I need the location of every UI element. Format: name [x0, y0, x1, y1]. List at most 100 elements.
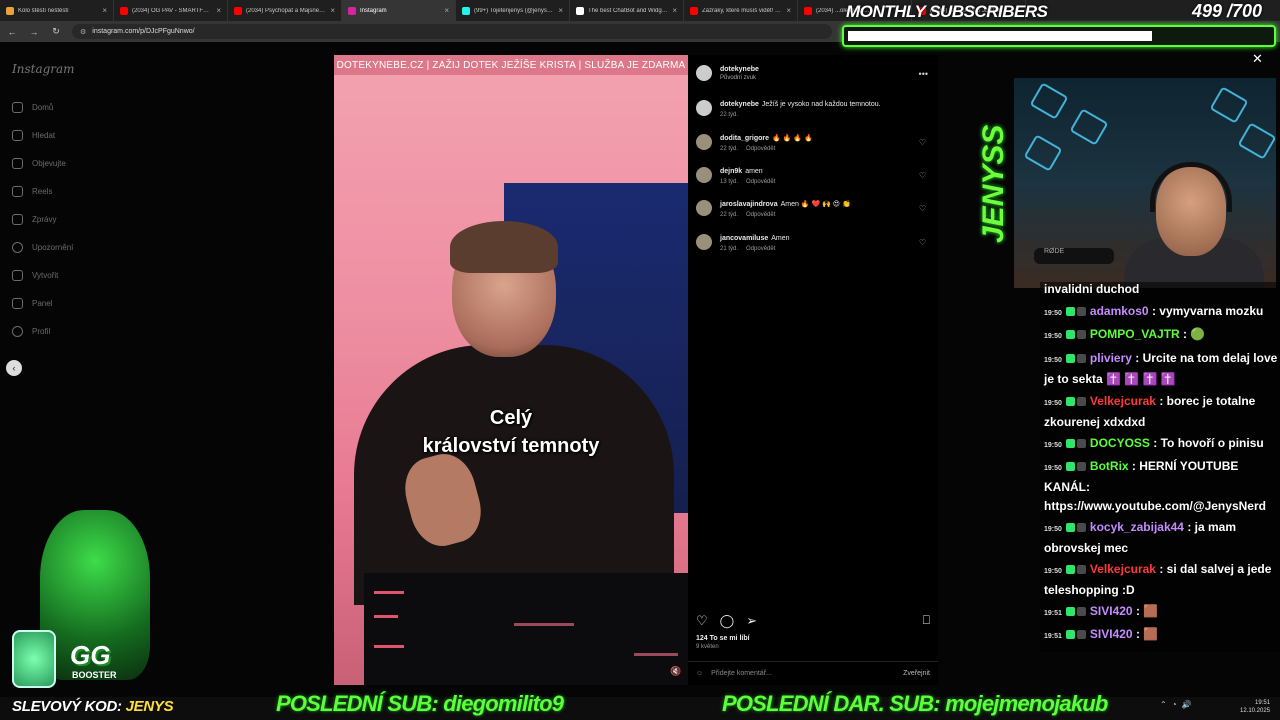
tab-close-icon[interactable]: ×: [672, 6, 677, 15]
tab-title: Zázraky, které musíš vidět! - ...: [702, 7, 783, 14]
badge-icon: [1076, 439, 1086, 448]
chat-text: : 🟫: [1135, 627, 1159, 641]
back-icon[interactable]: ←: [6, 27, 18, 37]
sidebar-item[interactable]: Profil: [12, 326, 50, 337]
tab-close-icon[interactable]: ×: [786, 6, 791, 15]
sidebar-item[interactable]: Hledat: [12, 130, 55, 141]
comment: jancovamiluse Amen 21 týd. Odpovědět ♡: [696, 234, 932, 252]
reply-button[interactable]: Odpovědět: [746, 179, 775, 185]
tab-title: Instagram: [360, 7, 387, 14]
chat-time: 19:51: [1044, 633, 1062, 640]
clock-date: 12.10.2025: [1240, 708, 1271, 714]
heart-icon[interactable]: ♡: [919, 204, 926, 213]
avatar[interactable]: [696, 65, 712, 81]
browser-tab[interactable]: Kolo štěstí neštěstí ×: [0, 0, 114, 21]
mascot-logo: GG: [70, 640, 111, 670]
nav-icon: [12, 326, 23, 337]
comment-user[interactable]: jaroslavajindrova: [720, 201, 778, 208]
mute-icon[interactable]: 🔇: [670, 666, 686, 680]
sidebar-item[interactable]: Vytvořit: [12, 270, 58, 281]
post-author[interactable]: dotekynebe: [720, 66, 759, 73]
tab-close-icon[interactable]: ×: [558, 6, 563, 15]
chat-time: 19:50: [1044, 465, 1062, 472]
sidebar-item[interactable]: Reels: [12, 186, 52, 197]
post-sidebar: dotekynebe Původní zvuk ••• dotekynebe Je…: [688, 55, 938, 685]
publish-button[interactable]: Zveřejnit: [903, 670, 930, 677]
chevron-up-icon[interactable]: ⌃: [1160, 700, 1167, 709]
heart-icon[interactable]: ♡: [919, 238, 926, 247]
more-options-icon[interactable]: •••: [919, 69, 928, 79]
comment-input[interactable]: Přidejte komentář...: [711, 670, 772, 677]
sidebar-item-label: Profil: [32, 327, 51, 336]
chat-message: 19:51 SIVI420 : 🟫: [1044, 625, 1280, 646]
subs-goal-fill: [848, 31, 1152, 41]
sponsor-mascot: GG BOOSTER: [10, 500, 170, 700]
nav-icon: [12, 102, 23, 113]
comment-text: Ježíš je vysoko nad každou temnotou.: [761, 101, 881, 108]
chat-text: : 🟫: [1135, 604, 1159, 618]
share-icon[interactable]: ➢: [746, 613, 757, 629]
volume-icon[interactable]: 🔊: [1182, 700, 1192, 709]
sidebar-item[interactable]: Objevujte: [12, 158, 66, 169]
tab-close-icon[interactable]: ×: [102, 6, 107, 15]
badge-icon: [1065, 523, 1075, 532]
tab-title: (2034) OG PAV - SMARTFELI...: [132, 7, 213, 14]
avatar[interactable]: [696, 134, 712, 150]
previous-post-button[interactable]: ‹: [6, 360, 22, 376]
emoji-icon[interactable]: ☺: [696, 670, 703, 677]
browser-tab[interactable]: (99+) Tojetenjenys (@jenysm... ×: [456, 0, 570, 21]
bookmark-icon[interactable]: ⎕: [923, 613, 930, 628]
chat-user: Velkejcurak: [1089, 562, 1156, 576]
tab-close-icon[interactable]: ×: [330, 6, 335, 15]
heart-icon[interactable]: ♡: [919, 171, 926, 180]
like-icon[interactable]: ♡: [696, 613, 708, 629]
instagram-logo[interactable]: Instagram: [12, 62, 75, 76]
chat-time: 19:50: [1044, 442, 1062, 449]
avatar[interactable]: [696, 167, 712, 183]
badge-icon: [1076, 630, 1086, 639]
forward-icon[interactable]: →: [28, 27, 40, 37]
comment-icon[interactable]: ◯: [720, 613, 735, 629]
like-count[interactable]: 124 To se mi líbí: [696, 635, 750, 642]
post-date: 9 květen: [696, 644, 719, 650]
reel-video[interactable]: DOTEKYNEBE.CZ | ZAŽIJ DOTEK JEŽÍŠE KRIST…: [334, 55, 688, 685]
browser-tab[interactable]: The best ChatBot and Widge... ×: [570, 0, 684, 21]
browser-tab[interactable]: Instagram ×: [342, 0, 456, 21]
browser-tab[interactable]: (2034) Psychopat a Majsner v... ×: [228, 0, 342, 21]
browser-tab[interactable]: (2034) OG PAV - SMARTFELI... ×: [114, 0, 228, 21]
address-bar[interactable]: ⚙ instagram.com/p/DJcPFguNnwo/: [72, 24, 832, 39]
sidebar-item[interactable]: Zprávy: [12, 214, 56, 225]
sidebar-item[interactable]: Domů: [12, 102, 53, 113]
badge-icon: [1065, 607, 1075, 616]
tab-favicon-icon: [462, 6, 470, 15]
site-info-icon[interactable]: ⚙: [80, 28, 86, 36]
heart-icon[interactable]: ♡: [919, 138, 926, 147]
wifi-icon[interactable]: ◔: [1172, 700, 1177, 709]
tab-close-icon[interactable]: ×: [216, 6, 221, 15]
reply-button[interactable]: Odpovědět: [746, 146, 775, 152]
sidebar-item[interactable]: Upozornění: [12, 242, 73, 253]
subs-goal-title: MONTHLY SUBSCRIBERS: [846, 2, 1048, 21]
reload-icon[interactable]: ↻: [50, 26, 62, 37]
avatar[interactable]: [696, 200, 712, 216]
chat-message: 19:50 DOCYOSS : To hovoří o pinisu: [1044, 434, 1280, 455]
sidebar-item[interactable]: Panel: [12, 298, 52, 309]
avatar[interactable]: [696, 100, 712, 116]
close-icon[interactable]: ✕: [1252, 51, 1263, 67]
comment-user[interactable]: jancovamiluse: [720, 235, 768, 242]
browser-tab[interactable]: Zázraky, které musíš vidět! - ... ×: [684, 0, 798, 21]
reply-button[interactable]: Odpovědět: [746, 212, 775, 218]
chat-user: pliviery: [1089, 351, 1132, 365]
post-audio[interactable]: Původní zvuk: [720, 75, 759, 81]
last-gift-sub: POSLEDNÍ DAR. SUB: mojejmenojakub: [722, 691, 1108, 716]
reply-button[interactable]: Odpovědět: [746, 246, 775, 252]
comment-user[interactable]: dodita_grigore: [720, 135, 769, 142]
comment-user[interactable]: dotekynebe: [720, 101, 759, 108]
tab-close-icon[interactable]: ×: [444, 6, 449, 15]
sidebar-item-label: Panel: [32, 299, 53, 308]
comment-user[interactable]: dejn9k: [720, 168, 742, 175]
tab-favicon-icon: [120, 6, 128, 15]
taskbar-clock[interactable]: 19:51 12.10.2025: [1240, 699, 1270, 715]
add-comment-bar: ☺ Přidejte komentář... Zveřejnit: [688, 661, 938, 685]
avatar[interactable]: [696, 234, 712, 250]
